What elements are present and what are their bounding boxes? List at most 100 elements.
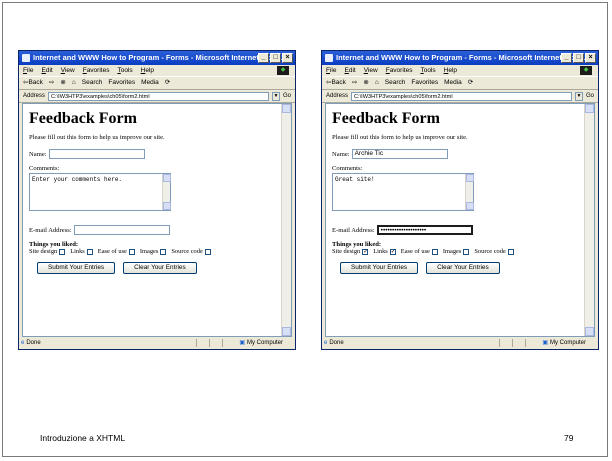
favorites-button[interactable]: Favorites	[411, 77, 438, 89]
forward-button[interactable]: ⇨	[49, 77, 54, 89]
menu-edit[interactable]: Edit	[345, 65, 356, 76]
intro-text: Please fill out this form to help us imp…	[332, 134, 468, 141]
address-label: Address	[326, 93, 349, 99]
history-button[interactable]: ⟳	[165, 77, 170, 89]
favorites-button[interactable]: Favorites	[108, 77, 135, 89]
search-button[interactable]: Search	[82, 77, 103, 89]
address-input[interactable]: C:\IW3HTP3\examples\ch05\form2.html	[351, 91, 572, 101]
checkbox-site-design[interactable]: ✓	[362, 248, 368, 255]
scroll-up-icon[interactable]	[585, 104, 594, 113]
forward-button[interactable]: ⇨	[352, 77, 357, 89]
maximize-button[interactable]: □	[573, 53, 584, 63]
menu-file[interactable]: File	[23, 65, 34, 76]
checkbox-ease-of-use[interactable]	[431, 248, 438, 255]
menu-help[interactable]: Help	[141, 65, 154, 76]
checkbox-label: Ease of use	[400, 248, 430, 255]
comments-textarea[interactable]: Enter your comments here.	[29, 173, 171, 211]
address-bar: Address C:\IW3HTP3\examples\ch05\form2.h…	[19, 90, 295, 103]
clear-button[interactable]: Clear Your Entries	[426, 262, 500, 274]
checkbox-site-design[interactable]	[59, 248, 66, 255]
email-label: E-mail Address:	[29, 226, 72, 234]
things-liked-label: Things you liked:	[29, 241, 79, 248]
stop-button[interactable]: ⊗	[60, 77, 65, 89]
close-button[interactable]: ×	[282, 53, 293, 63]
menu-favorites[interactable]: Favorites	[83, 65, 110, 76]
menu-file[interactable]: File	[326, 65, 337, 76]
checkbox-label: Ease of use	[97, 248, 127, 255]
home-button[interactable]: ⌂	[375, 77, 379, 89]
menu-view[interactable]: View	[364, 65, 378, 76]
page-content: Feedback Form Please fill out this form …	[325, 103, 595, 337]
close-button[interactable]: ×	[585, 53, 596, 63]
minimize-button[interactable]: _	[258, 53, 269, 63]
scroll-down-icon[interactable]	[585, 327, 594, 336]
submit-button[interactable]: Submit Your Entries	[37, 262, 116, 274]
menu-help[interactable]: Help	[444, 65, 457, 76]
page-scrollbar[interactable]	[281, 104, 291, 336]
checkbox-label: Source code	[171, 248, 203, 255]
comments-text: Enter your comments here.	[32, 176, 123, 183]
ie-page-icon: e	[21, 340, 25, 346]
menu-view[interactable]: View	[61, 65, 75, 76]
email-input[interactable]	[73, 225, 170, 235]
history-button[interactable]: ⟳	[468, 77, 473, 89]
checkbox-links[interactable]	[86, 248, 93, 255]
name-label: Name:	[29, 150, 47, 158]
address-label: Address	[23, 93, 46, 99]
status-text: Done	[329, 340, 344, 346]
name-label: Name:	[332, 150, 350, 158]
comments-textarea[interactable]: Great site!	[332, 173, 474, 211]
status-segment	[222, 339, 235, 347]
home-button[interactable]: ⌂	[72, 77, 76, 89]
computer-icon: ▣	[542, 340, 548, 346]
page-scrollbar[interactable]	[584, 104, 594, 336]
minimize-button[interactable]: _	[561, 53, 572, 63]
menu-favorites[interactable]: Favorites	[386, 65, 413, 76]
ie-icon	[325, 54, 333, 62]
back-button[interactable]: ⇦Back	[326, 77, 346, 89]
textarea-scrollbar[interactable]	[465, 174, 474, 210]
page-heading: Feedback Form	[29, 110, 137, 127]
clear-button[interactable]: Clear Your Entries	[123, 262, 197, 274]
checkbox-source-code[interactable]	[204, 248, 211, 255]
menu-tools[interactable]: Tools	[117, 65, 132, 76]
checkbox-ease-of-use[interactable]	[128, 248, 135, 255]
back-button[interactable]: ⇦Back	[23, 77, 43, 89]
stop-button[interactable]: ⊗	[363, 77, 368, 89]
chevron-down-icon[interactable]: ▼	[271, 91, 280, 101]
checkbox-source-code[interactable]	[507, 248, 514, 255]
name-input[interactable]	[48, 149, 145, 159]
scroll-down-icon[interactable]	[282, 327, 291, 336]
browser-window-empty: Internet and WWW How to Program - Forms …	[18, 50, 296, 350]
scroll-up-icon[interactable]	[282, 104, 291, 113]
page-content: Feedback Form Please fill out this form …	[22, 103, 292, 337]
maximize-button[interactable]: □	[270, 53, 281, 63]
email-input[interactable]: ••••••••••••••••••••	[376, 225, 473, 235]
checkbox-images[interactable]	[160, 248, 167, 255]
checkbox-group: Site design ✓ Links ✓ Ease of use Images…	[332, 248, 580, 255]
menu-edit[interactable]: Edit	[42, 65, 53, 76]
media-button[interactable]: Media	[141, 77, 159, 89]
name-input[interactable]: Archie Tic	[351, 149, 448, 159]
checkbox-label: Source code	[474, 248, 506, 255]
title-bar: Internet and WWW How to Program - Forms …	[322, 51, 598, 65]
comments-text: Great site!	[335, 176, 375, 183]
page-number: 79	[564, 433, 574, 443]
address-input[interactable]: C:\IW3HTP3\examples\ch05\form2.html	[48, 91, 269, 101]
zone-text: My Computer	[247, 340, 284, 346]
checkbox-images[interactable]	[463, 248, 470, 255]
go-button[interactable]: Go	[586, 90, 598, 102]
status-segment	[209, 339, 222, 347]
toolbar: ⇦Back ⇨ ⊗ ⌂ Search Favorites Media ⟳	[322, 76, 598, 90]
page-heading: Feedback Form	[332, 110, 440, 127]
textarea-scrollbar[interactable]	[162, 174, 171, 210]
chevron-down-icon[interactable]: ▼	[574, 91, 583, 101]
menu-tools[interactable]: Tools	[420, 65, 435, 76]
toolbar: ⇦Back ⇨ ⊗ ⌂ Search Favorites Media ⟳	[19, 76, 295, 90]
media-button[interactable]: Media	[444, 77, 462, 89]
search-button[interactable]: Search	[385, 77, 406, 89]
checkbox-label: Site design	[29, 248, 58, 255]
submit-button[interactable]: Submit Your Entries	[340, 262, 419, 274]
go-button[interactable]: Go	[283, 90, 295, 102]
checkbox-links[interactable]: ✓	[389, 248, 396, 255]
